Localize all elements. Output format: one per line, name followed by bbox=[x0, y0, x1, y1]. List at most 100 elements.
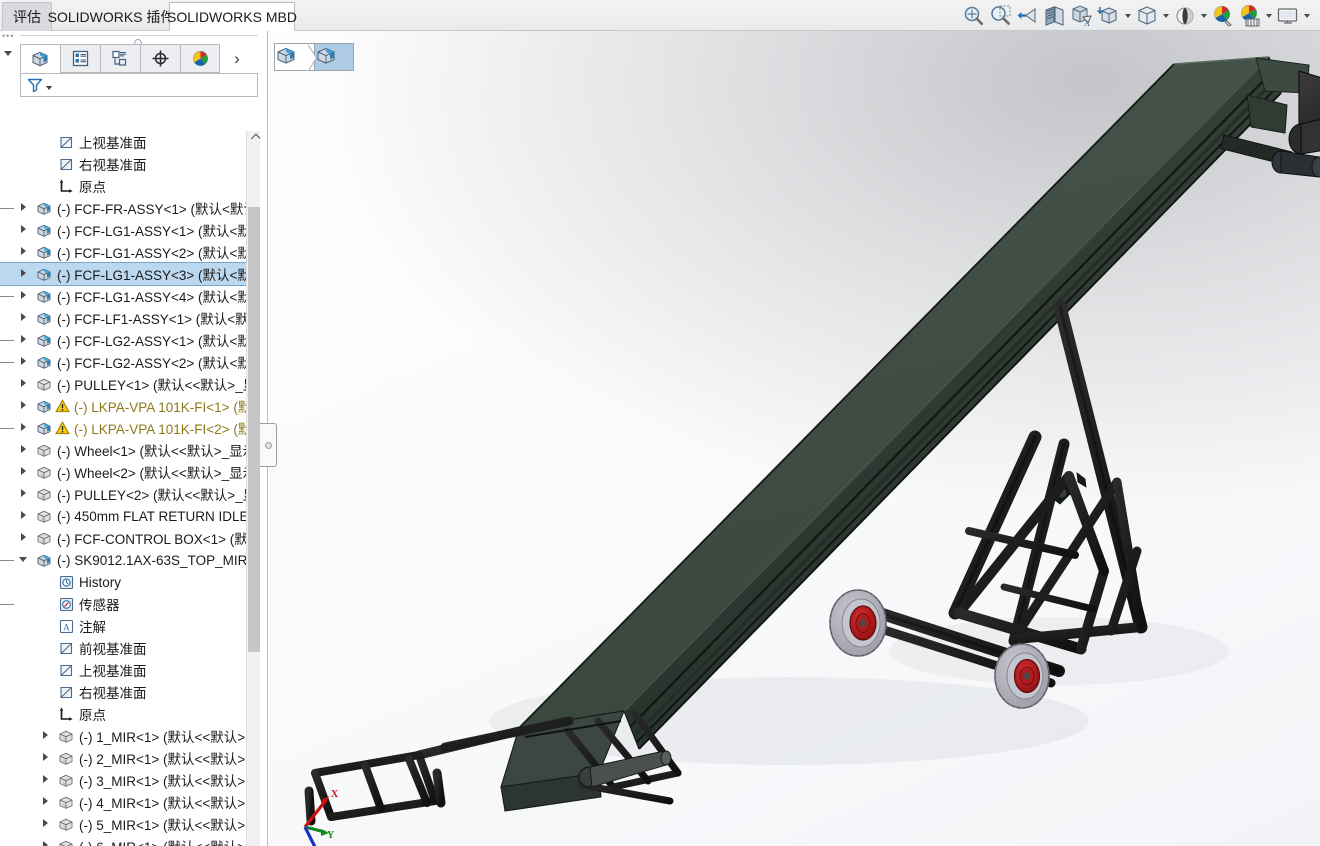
display-style-icon[interactable] bbox=[1096, 3, 1122, 29]
breadcrumb-parent-assembly[interactable] bbox=[274, 43, 317, 72]
tree-expand-toggle[interactable] bbox=[18, 400, 30, 412]
tree-filter-caret-icon[interactable] bbox=[46, 85, 52, 90]
tree-item[interactable]: (-) 2_MIR<1> (默认<<默认> bbox=[0, 747, 252, 769]
feature-tree-scrollbar[interactable] bbox=[246, 131, 261, 846]
tree-expand-toggle[interactable] bbox=[18, 356, 30, 368]
panel-drag-dots[interactable]: ••• bbox=[2, 32, 14, 41]
tree-item[interactable]: 右视基准面 bbox=[0, 153, 252, 175]
tree-item[interactable]: (-) 6_MIR<1> (默认<<默认> bbox=[0, 835, 252, 846]
panel-tab-display-manager[interactable] bbox=[180, 44, 220, 73]
tree-item[interactable]: (-) LKPA-VPA 101K-FI<1> (默 bbox=[0, 395, 252, 417]
tree-expand-toggle[interactable] bbox=[18, 246, 30, 258]
zoom-to-area-icon[interactable] bbox=[988, 3, 1014, 29]
tree-collapse-toggle[interactable] bbox=[18, 554, 30, 566]
tree-expand-toggle[interactable] bbox=[40, 818, 52, 830]
tree-expand-toggle[interactable] bbox=[18, 422, 30, 434]
panel-splitter-grip[interactable] bbox=[260, 423, 277, 467]
tree-item[interactable]: (-) PULLEY<1> (默认<<默认>_显 bbox=[0, 373, 252, 395]
tree-expand-toggle[interactable] bbox=[40, 796, 52, 808]
tree-expand-toggle[interactable] bbox=[18, 444, 30, 456]
tree-item[interactable]: (-) 450mm FLAT RETURN IDLER bbox=[0, 505, 252, 527]
tree-expand-toggle[interactable] bbox=[18, 312, 30, 324]
panel-tab-configuration-manager[interactable] bbox=[100, 44, 140, 73]
hide-show-items-dropdown-caret[interactable] bbox=[1161, 3, 1171, 29]
tree-item[interactable]: A 注解 bbox=[0, 615, 252, 637]
feature-tree[interactable]: 上视基准面 右视基准面 原点 (-) FCF-FR-ASSY<1> (默认<默认_ (-… bbox=[0, 131, 252, 846]
tree-expand-toggle[interactable] bbox=[18, 290, 30, 302]
plane-icon bbox=[60, 158, 73, 171]
assembly-breadcrumb[interactable] bbox=[274, 43, 354, 72]
tree-item[interactable]: (-) Wheel<2> (默认<<默认>_显示 bbox=[0, 461, 252, 483]
tree-expand-toggle[interactable] bbox=[18, 378, 30, 390]
scroll-up-button[interactable] bbox=[247, 131, 261, 146]
tree-item[interactable]: (-) LKPA-VPA 101K-FI<2> (默 bbox=[0, 417, 252, 439]
assembly-icon bbox=[36, 288, 53, 305]
tree-expand-toggle[interactable] bbox=[40, 840, 52, 846]
edit-appearance-icon[interactable] bbox=[1172, 3, 1198, 29]
tree-expand-toggle[interactable] bbox=[18, 224, 30, 236]
tree-expand-toggle[interactable] bbox=[40, 752, 52, 764]
tree-item[interactable]: (-) FCF-CONTROL BOX<1> (默认 bbox=[0, 527, 252, 549]
tab-solidworks-addins[interactable]: SOLIDWORKS 插件 bbox=[48, 2, 175, 31]
tree-item[interactable]: 原点 bbox=[0, 175, 252, 197]
tab-solidworks-mbd[interactable]: SOLIDWORKS MBD bbox=[167, 2, 297, 31]
tree-expand-toggle[interactable] bbox=[18, 466, 30, 478]
tree-item[interactable]: (-) FCF-LG2-ASSY<2> (默认<默认 bbox=[0, 351, 252, 373]
panel-tabs-more-button[interactable]: › bbox=[220, 44, 254, 73]
tree-item[interactable]: 上视基准面 bbox=[0, 659, 252, 681]
tree-expand-toggle[interactable] bbox=[40, 774, 52, 786]
ribbon-tab-bar: 评估 SOLIDWORKS 插件 SOLIDWORKS MBD A bbox=[0, 0, 1320, 31]
tree-item[interactable]: (-) PULLEY<2> (默认<<默认>_显 bbox=[0, 483, 252, 505]
tree-expand-toggle[interactable] bbox=[18, 532, 30, 544]
tree-item[interactable]: 原点 bbox=[0, 703, 252, 725]
apply-scene-alt-icon[interactable] bbox=[1237, 3, 1263, 29]
graphics-viewport[interactable]: X Y Z bbox=[269, 31, 1320, 846]
tree-item[interactable]: (-) FCF-LG2-ASSY<1> (默认<默认 bbox=[0, 329, 252, 351]
panel-tab-property-manager[interactable] bbox=[60, 44, 100, 73]
tree-item[interactable]: (-) 3_MIR<1> (默认<<默认> bbox=[0, 769, 252, 791]
scrollbar-thumb[interactable] bbox=[248, 207, 260, 652]
zoom-to-fit-icon[interactable] bbox=[961, 3, 987, 29]
tab-evaluate[interactable]: 评估 bbox=[2, 2, 52, 31]
tree-item[interactable]: (-) 1_MIR<1> (默认<<默认> bbox=[0, 725, 252, 747]
tree-expand-toggle[interactable] bbox=[18, 488, 30, 500]
section-view-icon[interactable] bbox=[1042, 3, 1068, 29]
apply-scene-icon[interactable] bbox=[1210, 3, 1236, 29]
view-settings-dropdown-caret[interactable] bbox=[1302, 3, 1312, 29]
tree-item[interactable]: 传感器 bbox=[0, 593, 252, 615]
panel-collapse-icon[interactable] bbox=[2, 47, 14, 59]
tree-item[interactable]: (-) FCF-FR-ASSY<1> (默认<默认_ bbox=[0, 197, 252, 219]
tree-item[interactable]: (-) FCF-LG1-ASSY<2> (默认<默认 bbox=[0, 241, 252, 263]
tree-item[interactable]: (-) SK9012.1AX-63S_TOP_MIR<1 bbox=[0, 549, 252, 571]
tree-item[interactable]: 上视基准面 bbox=[0, 131, 252, 153]
apply-scene-dropdown-caret[interactable] bbox=[1264, 3, 1274, 29]
tree-item[interactable]: (-) Wheel<1> (默认<<默认>_显示 bbox=[0, 439, 252, 461]
display-style-dropdown-caret[interactable] bbox=[1123, 3, 1133, 29]
panel-splitter[interactable] bbox=[260, 31, 277, 846]
panel-tab-dimxpert-manager[interactable] bbox=[140, 44, 180, 73]
tree-item[interactable]: (-) 5_MIR<1> (默认<<默认> bbox=[0, 813, 252, 835]
tree-item[interactable]: (-) FCF-LF1-ASSY<1> (默认<默认 bbox=[0, 307, 252, 329]
tree-expand-toggle[interactable] bbox=[18, 268, 30, 280]
tree-item[interactable]: (-) FCF-LG1-ASSY<1> (默认<默认 bbox=[0, 219, 252, 241]
tree-expand-toggle[interactable] bbox=[18, 202, 30, 214]
edit-appearance-dropdown-caret[interactable] bbox=[1199, 3, 1209, 29]
view-settings-icon[interactable] bbox=[1275, 3, 1301, 29]
panel-tab-feature-manager[interactable] bbox=[20, 44, 60, 73]
tree-expand-toggle[interactable] bbox=[18, 510, 30, 522]
panel-tabs-more-label: › bbox=[234, 48, 240, 68]
tree-item[interactable]: (-) 4_MIR<1> (默认<<默认> bbox=[0, 791, 252, 813]
view-orientation-icon[interactable]: A bbox=[1069, 3, 1095, 29]
tree-item[interactable]: 右视基准面 bbox=[0, 681, 252, 703]
breadcrumb-current-assembly[interactable] bbox=[314, 43, 354, 71]
tree-item[interactable]: History bbox=[0, 571, 252, 593]
previous-view-icon[interactable] bbox=[1015, 3, 1041, 29]
tree-filter-bar[interactable] bbox=[20, 73, 258, 97]
tree-item[interactable]: (-) FCF-LG1-ASSY<3> (默认<默认 bbox=[0, 262, 252, 286]
tree-item[interactable]: 前视基准面 bbox=[0, 637, 252, 659]
tree-expand-toggle[interactable] bbox=[40, 730, 52, 742]
origin-icon bbox=[59, 707, 73, 721]
tree-expand-toggle[interactable] bbox=[18, 334, 30, 346]
tree-item[interactable]: (-) FCF-LG1-ASSY<4> (默认<默认 bbox=[0, 285, 252, 307]
hide-show-items-icon[interactable] bbox=[1134, 3, 1160, 29]
